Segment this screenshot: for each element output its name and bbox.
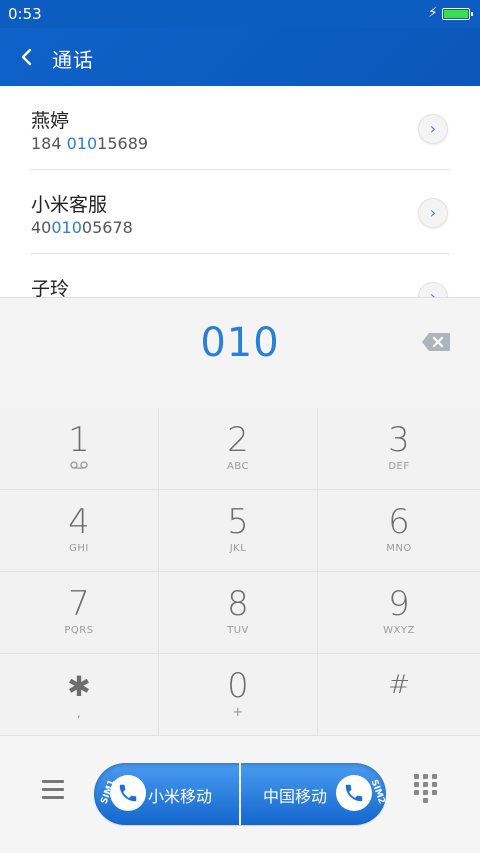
dialed-number[interactable]: 010 [0,320,480,366]
key-2[interactable]: 2 ABC [159,408,318,490]
hide-keypad-button[interactable] [412,774,440,804]
contact-results-list: 燕婷 184 01015689 › 小米客服 4001005678 › 子玲 › [0,86,480,298]
phone-icon [119,784,137,802]
key-4[interactable]: 4 GHI [0,490,159,572]
number-match-highlight: 010 [51,218,82,237]
status-time: 0:53 [8,5,42,23]
status-bar: 0:53 ⚡ [0,0,480,28]
dial-keypad: 1 2 ABC 3 DEF 4 GHI 5 JKL 6 MNO 7 PQRS 8… [0,408,480,736]
key-star[interactable]: ✱ , [0,654,159,736]
charging-icon: ⚡ [428,5,438,21]
chevron-left-icon [21,48,32,66]
number-match-highlight: 010 [66,134,98,153]
key-5[interactable]: 5 JKL [159,490,318,572]
dialer-panel: 010 1 2 ABC 3 DEF 4 GHI 5 JKL 6 MNO 7 PQ… [0,298,480,853]
call-sim1-button[interactable]: SIM1 小米移动 [94,763,239,825]
sim2-carrier-label: 中国移动 [263,787,328,806]
contact-name: 小米客服 [31,194,108,216]
key-1[interactable]: 1 [0,408,159,490]
chevron-right-icon: › [429,287,437,298]
key-0[interactable]: 0 + [159,654,318,736]
call-sim2-button[interactable]: 中国移动 SIM2 [241,763,386,825]
battery-icon [442,8,473,20]
contact-name: 子玲 [31,278,70,298]
contact-row[interactable]: 燕婷 184 01015689 › [0,86,480,170]
dual-sim-call-button: SIM1 小米移动 中国移动 SIM2 [94,763,386,825]
contact-row[interactable]: 小米客服 4001005678 › [0,170,480,254]
key-8[interactable]: 8 TUV [159,572,318,654]
key-7[interactable]: 7 PQRS [0,572,159,654]
menu-icon [42,780,64,783]
menu-button[interactable] [40,778,66,802]
chevron-right-icon: › [429,119,437,138]
backspace-button[interactable] [421,332,451,352]
voicemail-icon [0,461,158,472]
key-6[interactable]: 6 MNO [318,490,480,572]
phone-icon [345,784,363,802]
chevron-right-icon: › [429,203,437,222]
back-button[interactable] [16,42,40,72]
backspace-icon [422,333,450,351]
contact-detail-button[interactable]: › [418,114,448,144]
contact-detail-button[interactable]: › [418,198,448,228]
contact-name: 燕婷 [31,110,70,132]
sim1-carrier-label: 小米移动 [148,787,213,806]
bottom-bar: SIM1 小米移动 中国移动 SIM2 [0,736,480,853]
key-9[interactable]: 9 WXYZ [318,572,480,654]
title-bar: 通话 [0,28,480,86]
contact-detail-button[interactable]: › [418,282,448,298]
contact-row[interactable]: 子玲 › [0,254,480,298]
contact-number: 4001005678 [31,218,133,237]
dial-input-area: 010 [0,298,480,408]
page-title: 通话 [52,48,94,72]
contact-number: 184 01015689 [31,134,149,153]
key-3[interactable]: 3 DEF [318,408,480,490]
key-hash[interactable]: # [318,654,480,736]
